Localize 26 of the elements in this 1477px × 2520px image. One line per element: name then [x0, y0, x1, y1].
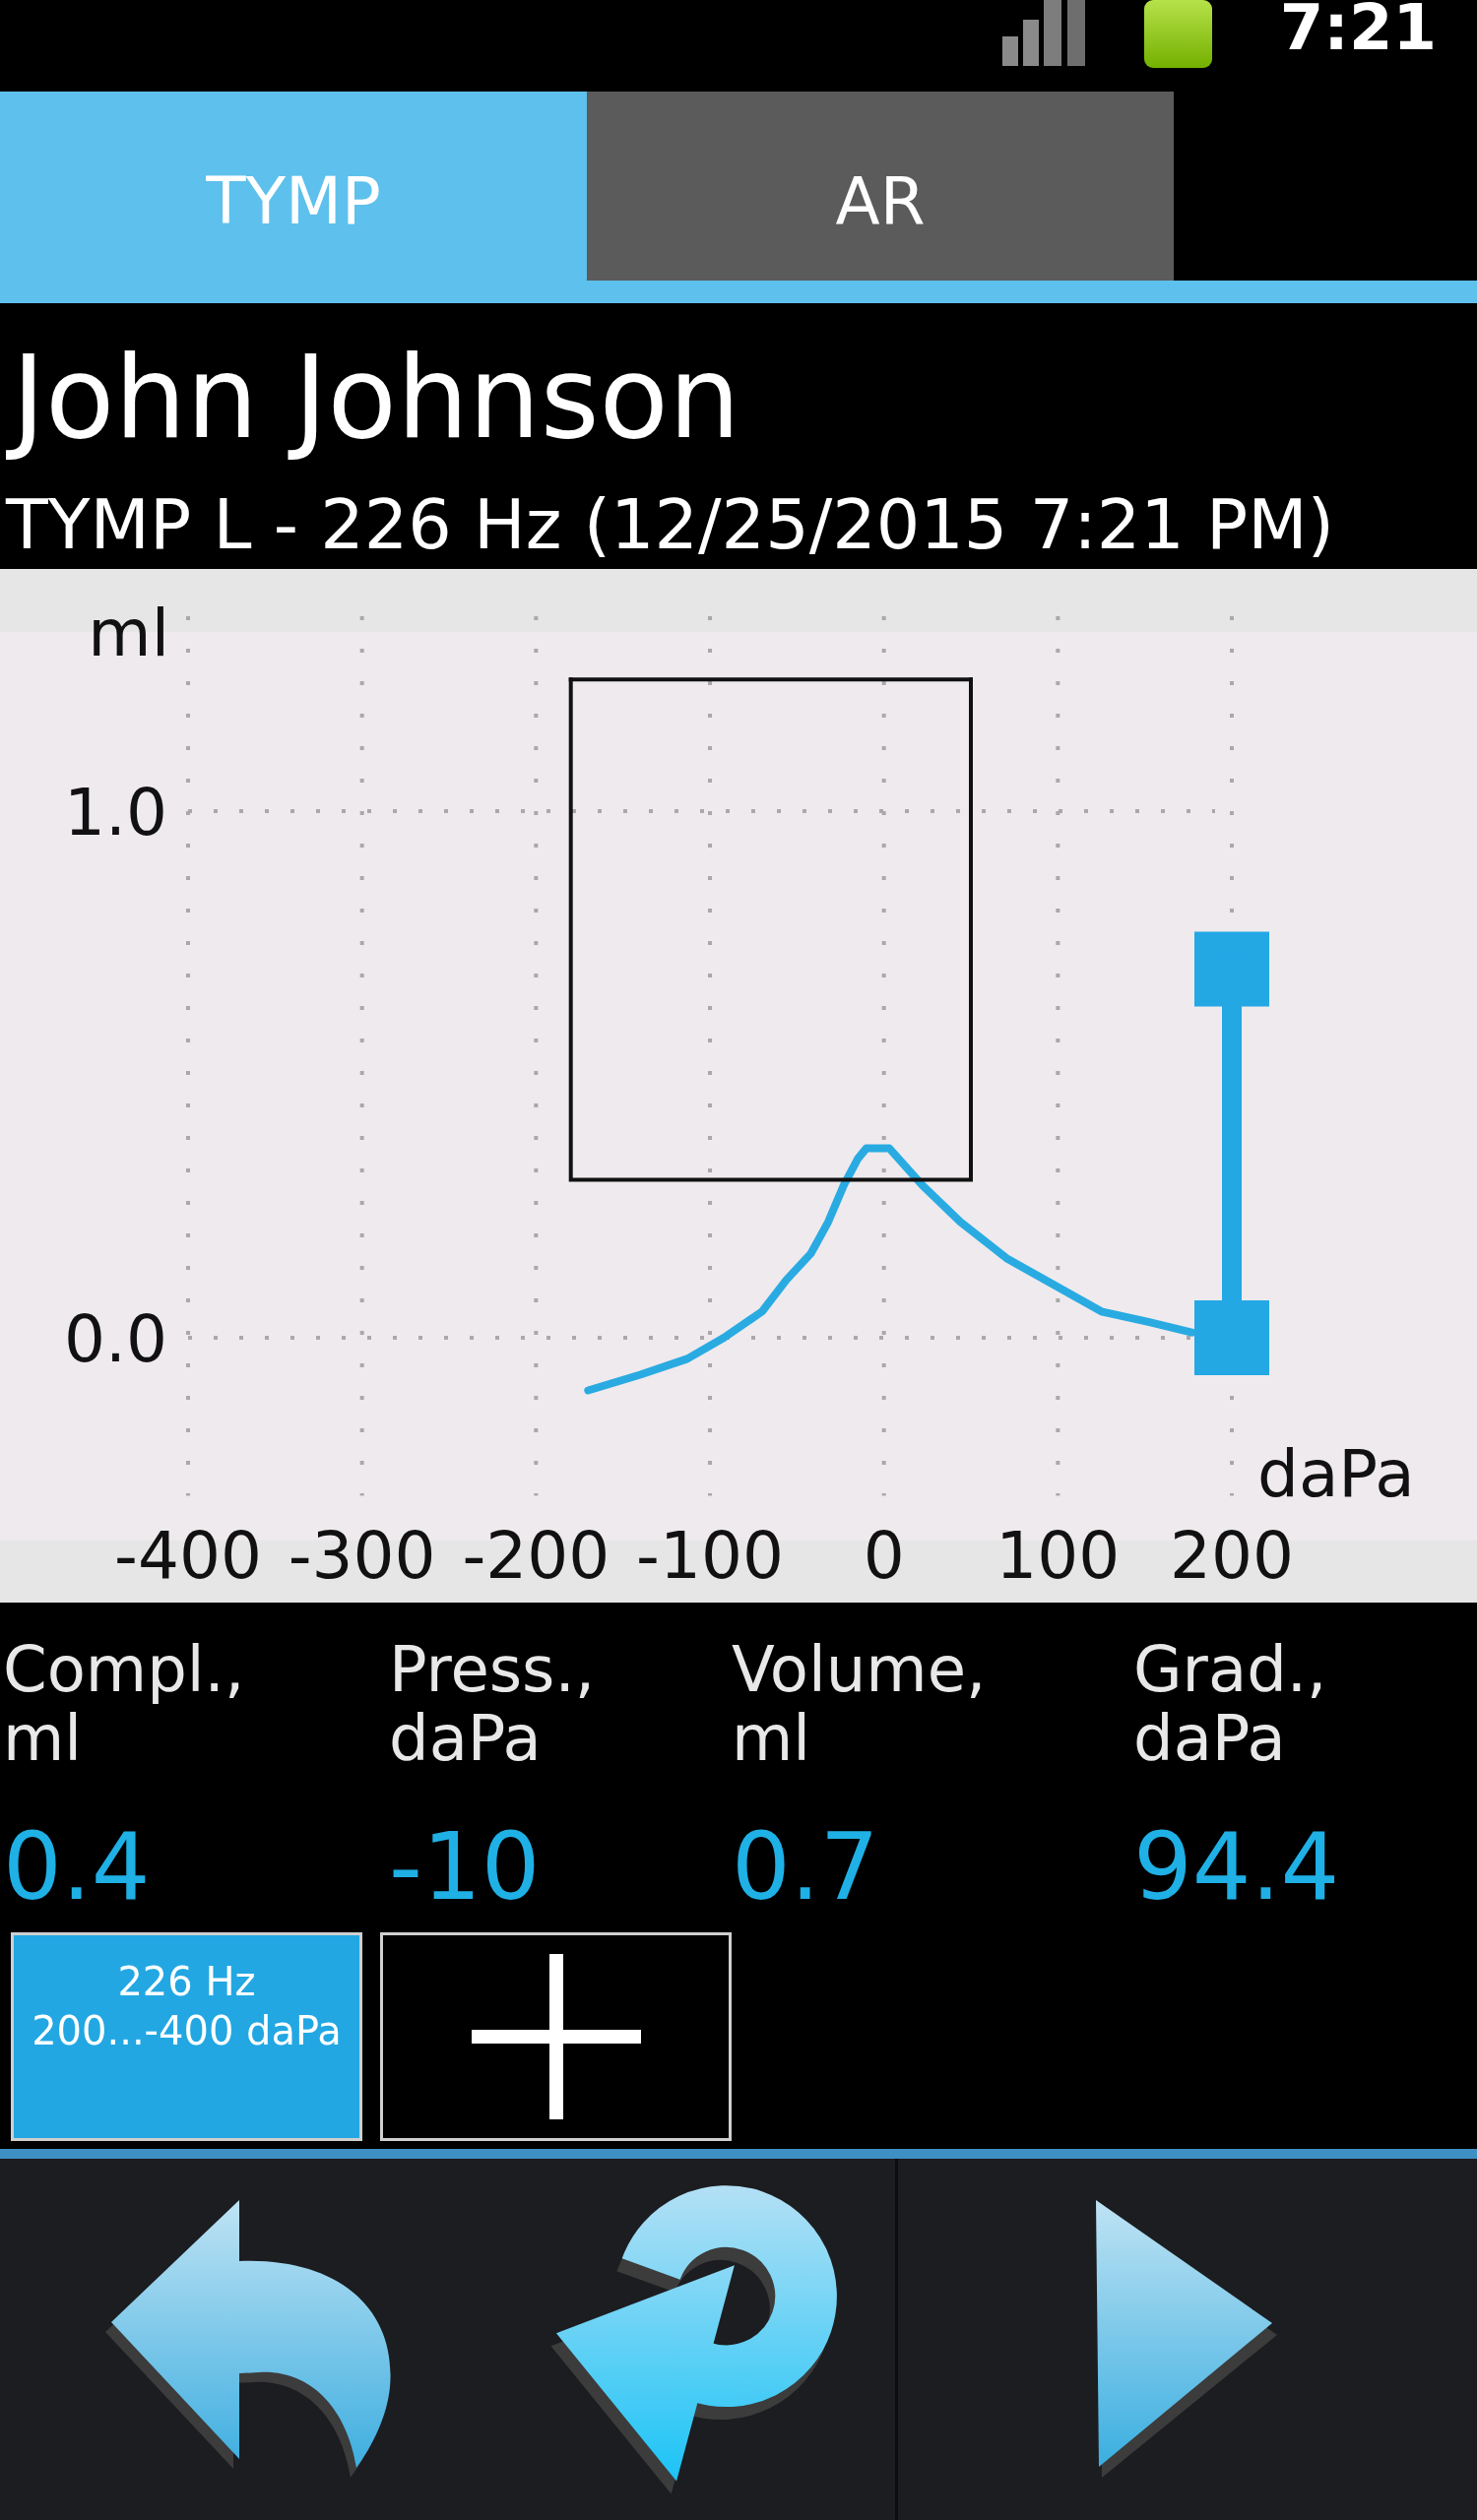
x-tick-label: 200 — [1170, 1518, 1294, 1594]
metric-label: Press., — [389, 1635, 597, 1704]
x-tick-label: 100 — [995, 1518, 1121, 1594]
status-time: 7:21 — [1279, 0, 1437, 55]
x-tick-label: -200 — [462, 1518, 610, 1594]
x-tick-label: -300 — [288, 1518, 436, 1594]
metric-label: Volume, — [732, 1635, 988, 1704]
y-tick-label: 0.0 — [64, 1301, 167, 1377]
patient-name: John Johnson — [0, 330, 746, 466]
test-description: TYMP L - 226 Hz (12/25/2015 7:21 PM) — [4, 483, 1334, 566]
metric-value: 0.7 — [732, 1816, 880, 1918]
metric-unit: daPa — [389, 1704, 543, 1773]
metric-unit: daPa — [1133, 1704, 1287, 1773]
x-tick-label: 0 — [863, 1518, 905, 1594]
x-tick-label: -100 — [636, 1518, 784, 1594]
metric-unit: ml — [732, 1704, 812, 1773]
y-tick-label: 1.0 — [64, 775, 167, 850]
metric-label: Compl., — [3, 1635, 246, 1704]
x-tick-label: -400 — [114, 1518, 262, 1594]
metric-unit: ml — [3, 1704, 83, 1773]
metric-value: 0.4 — [3, 1816, 152, 1918]
metric-value: 94.4 — [1133, 1816, 1341, 1918]
y-axis-title: ml — [88, 596, 169, 672]
x-axis-title: daPa — [1257, 1435, 1415, 1512]
metric-label: Grad., — [1133, 1635, 1328, 1704]
metric-value: -10 — [389, 1816, 542, 1918]
